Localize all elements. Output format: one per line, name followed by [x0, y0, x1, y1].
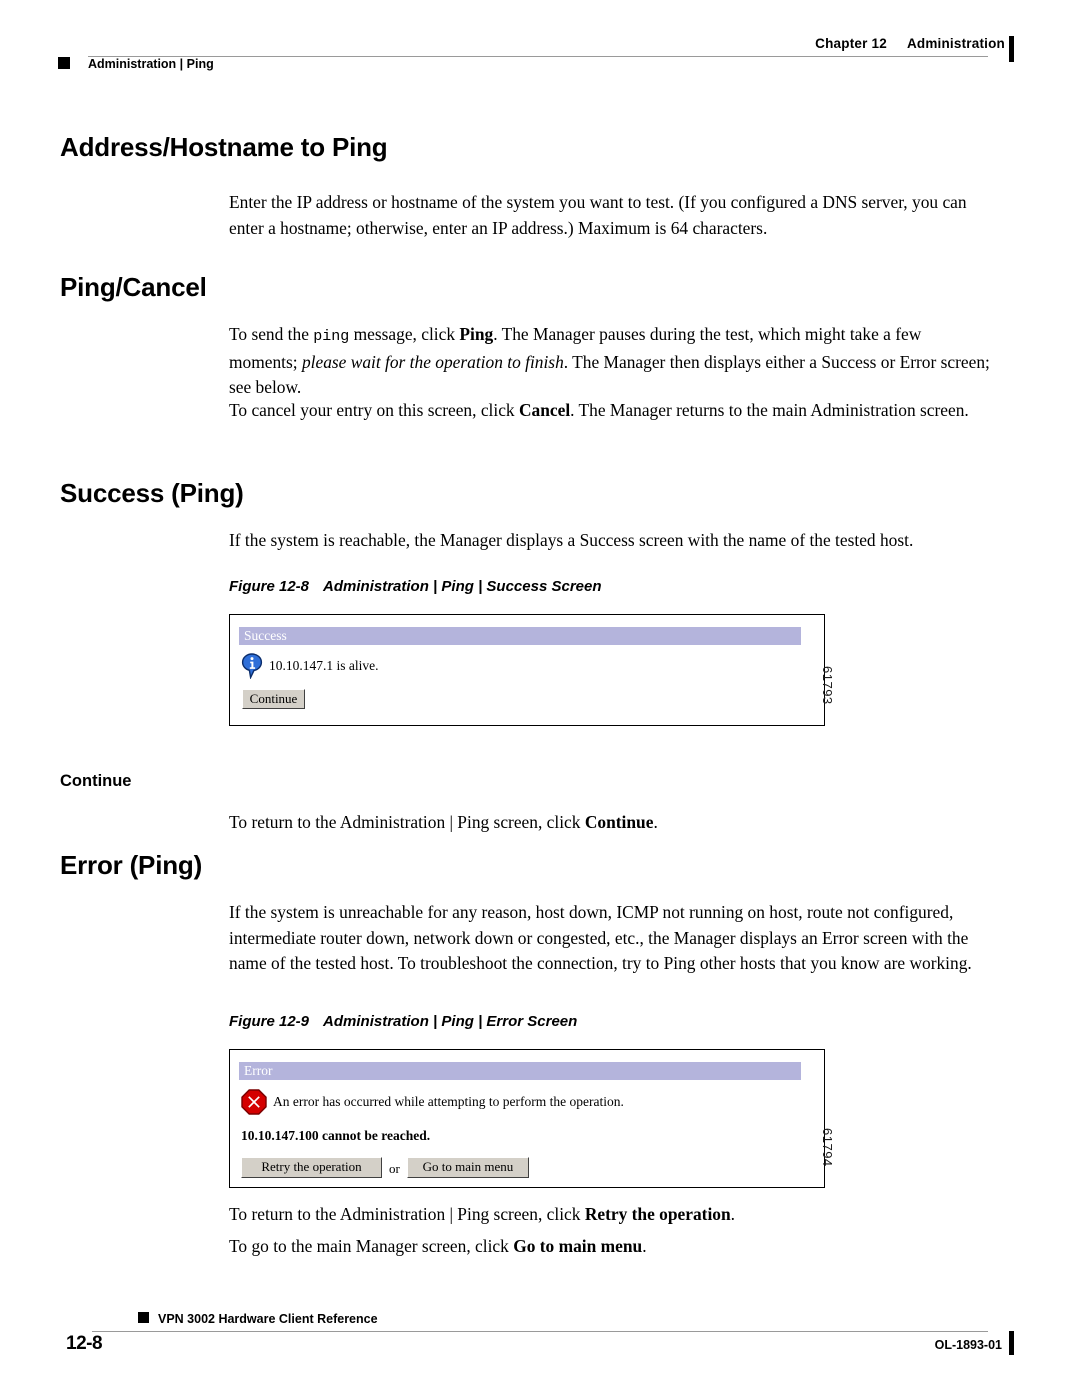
paragraph-error-main-menu: To go to the main Manager screen, click … [229, 1234, 993, 1260]
text-run: . [653, 812, 658, 832]
header-square-marker [58, 57, 70, 69]
footer-doc-id: OL-1893-01 [934, 1338, 1002, 1352]
footer-page-number: 12-8 [66, 1333, 103, 1354]
heading-address-hostname-to-ping: Address/Hostname to Ping [60, 132, 388, 162]
heading-ping-cancel: Ping/Cancel [60, 272, 207, 302]
footer-edge-tab [1009, 1331, 1014, 1355]
bold-continue: Continue [584, 812, 654, 832]
italic-wait-note: please wait for the operation to finish [301, 351, 564, 372]
heading-error-ping: Error (Ping) [60, 850, 203, 880]
text-run: . [730, 1204, 736, 1224]
error-dialog-message: An error has occurred while attempting t… [273, 1094, 624, 1109]
bold-go-to-main-menu: Go to main menu [513, 1236, 643, 1256]
bold-cancel: Cancel [518, 400, 571, 420]
inline-code-ping: ping [313, 328, 350, 345]
header-chapter-title: Administration [906, 36, 1005, 51]
info-icon [241, 653, 263, 679]
figure-title: Administration | Ping | Success Screen [323, 578, 602, 595]
heading-continue: Continue [60, 772, 132, 790]
header-chapter: Chapter 12 Administration [815, 36, 1005, 51]
paragraph-address-hostname: Enter the IP address or hostname of the … [229, 192, 967, 238]
figure-title: Administration | Ping | Error Screen [323, 1013, 578, 1030]
paragraph-success-ping: If the system is reachable, the Manager … [229, 530, 914, 550]
bold-ping: Ping [459, 324, 494, 344]
figure-label: Figure 12-9 [229, 1013, 310, 1030]
text-run: To send the [229, 324, 314, 344]
error-octagon-icon [241, 1089, 267, 1115]
page-header: Chapter 12 Administration Administration … [0, 0, 1080, 82]
paragraph-ping-send: To send the ping message, click Ping. Th… [229, 322, 993, 401]
error-retry-button[interactable]: Retry the operation [241, 1157, 382, 1178]
footer-rule [92, 1331, 988, 1332]
header-breadcrumb: Administration | Ping [88, 57, 214, 71]
header-chapter-number: Chapter 12 [815, 36, 887, 51]
error-go-to-main-menu-button[interactable]: Go to main menu [407, 1157, 529, 1178]
text-run: To go to the main Manager screen, click [229, 1236, 514, 1256]
paragraph-continue: To return to the Administration | Ping s… [229, 810, 993, 836]
text-run: To return to the Administration | Ping s… [229, 812, 585, 832]
figure-12-8-frame: Success 10.10.147.1 is alive. Continue [229, 614, 825, 726]
text-run: message, click [349, 324, 460, 344]
bold-retry-the-operation: Retry the operation [584, 1204, 731, 1224]
success-dialog-titlebar: Success [239, 627, 801, 645]
footer-doc-title: VPN 3002 Hardware Client Reference [158, 1312, 378, 1326]
header-edge-tab [1009, 36, 1014, 62]
header-rule [88, 56, 988, 57]
error-button-separator: or [389, 1161, 400, 1176]
paragraph-ping-cancel: To cancel your entry on this screen, cli… [229, 398, 993, 424]
figure-12-8-art-id: 61793 [820, 666, 835, 705]
error-dialog-detail: 10.10.147.100 cannot be reached. [241, 1128, 431, 1143]
figure-label: Figure 12-8 [229, 578, 310, 595]
text-run: . The Manager returns to the main Admini… [570, 400, 969, 420]
paragraph-error-ping: If the system is unreachable for any rea… [229, 902, 972, 973]
paragraph-error-retry: To return to the Administration | Ping s… [229, 1202, 993, 1228]
success-continue-button[interactable]: Continue [242, 689, 305, 709]
footer-square-marker [138, 1312, 149, 1323]
success-dialog-message: 10.10.147.1 is alive. [269, 658, 379, 673]
figure-caption-12-8: Figure 12-8 Administration | Ping | Succe… [229, 578, 602, 595]
figure-12-9-art-id: 61794 [820, 1128, 835, 1167]
heading-success-ping: Success (Ping) [60, 478, 244, 508]
text-run: To return to the Administration | Ping s… [229, 1204, 585, 1224]
figure-12-9-frame: Error An error has occurred while attemp… [229, 1049, 825, 1188]
text-run: . [642, 1236, 647, 1256]
figure-caption-12-9: Figure 12-9 Administration | Ping | Error… [229, 1013, 577, 1030]
page-footer: VPN 3002 Hardware Client Reference 12-8 … [0, 1300, 1080, 1370]
error-dialog-titlebar: Error [239, 1062, 801, 1080]
text-run: To cancel your entry on this screen, cli… [229, 400, 519, 420]
